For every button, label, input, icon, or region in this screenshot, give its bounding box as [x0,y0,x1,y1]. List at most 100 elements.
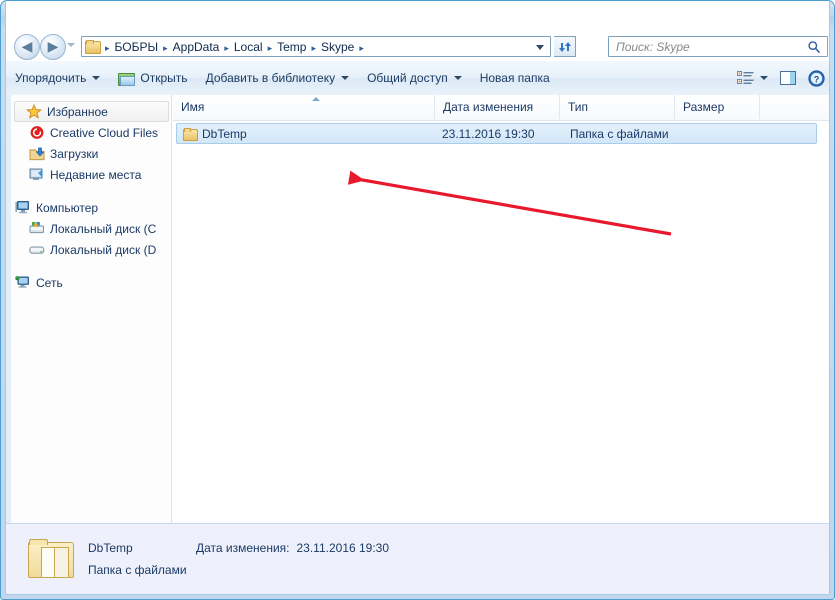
refresh-button[interactable] [554,36,576,57]
row-name-cell: DbTemp [183,124,247,143]
chevron-down-icon [453,76,462,80]
navigation-pane[interactable]: Избранное Creative Cloud Files Загрузки Нед… [6,95,172,525]
breadcrumb-separator: ▸ [163,43,168,54]
add-to-library-button[interactable]: Добавить в библиотеку [197,66,359,90]
search-input[interactable]: Поиск: Skype [608,36,828,57]
folder-icon [183,127,198,141]
open-folder-icon [118,71,136,86]
sidebar-separator [6,185,171,197]
address-bar[interactable]: ▸ БОБРЫ ▸ AppData ▸ Local ▸ Temp ▸ Skype ▸ [81,36,551,57]
breadcrumb-separator: ▸ [267,43,273,54]
view-list-icon [737,71,754,84]
system-drive-icon-wrap [28,221,45,236]
file-list-pane[interactable]: Имя Дата изменения Тип Размер DbTemp 23.11.2… [173,95,829,525]
column-header-label: Имя [181,100,205,114]
forward-arrow-icon: ▶ [47,39,59,55]
sidebar-item-2-1[interactable]: Локальный диск (C [6,218,171,239]
sidebar-item-label: Загрузки [50,146,99,161]
details-pane: DbTemp Дата изменения: 23.11.2016 19:30 … [6,523,829,594]
breadcrumb: ▸ БОБРЫ ▸ AppData ▸ Local ▸ Temp ▸ Skype ▸ [102,40,367,54]
chevron-down-icon [92,76,101,80]
preview-pane-icon [780,71,796,85]
folder-icon [85,40,101,54]
breadcrumb-item[interactable]: AppData [171,40,222,54]
downloads-icon [29,147,44,161]
downloads-icon-wrap [28,146,45,161]
organize-label: Упорядочить [15,71,87,85]
preview-pane-button[interactable] [774,65,802,91]
column-header-1[interactable]: Имя [173,95,435,119]
sidebar-group-2[interactable]: Компьютер [6,197,171,218]
drive-icon-wrap [28,242,45,257]
breadcrumb-item[interactable]: БОБРЫ [113,40,161,54]
share-button[interactable]: Общий доступ [358,66,471,90]
open-label: Открыть [140,71,188,85]
sidebar-item-label: Недавние места [50,167,142,182]
breadcrumb-separator: ▸ [105,43,110,54]
sidebar-group-label: Сеть [36,275,63,290]
sidebar-group-label: Избранное [47,104,108,119]
chevron-down-icon [341,76,350,80]
forward-button[interactable]: ▶ [40,34,66,60]
refresh-icon [558,41,571,52]
navigation-tree: Избранное Creative Cloud Files Загрузки Нед… [6,101,171,293]
details-date-value: 23.11.2016 19:30 [296,541,390,555]
open-button[interactable]: Открыть [109,66,196,90]
sidebar-item-1-3[interactable]: Недавние места [6,164,171,185]
computer-icon [14,201,29,214]
column-header-2[interactable]: Дата изменения [435,95,560,119]
details-text-group: DbTemp Дата изменения: 23.11.2016 19:30 … [88,541,389,577]
column-header-label: Размер [683,100,725,114]
computer-icon-wrap [14,200,31,215]
main-area: Избранное Creative Cloud Files Загрузки Нед… [6,95,829,525]
share-label: Общий доступ [367,71,448,85]
details-name: DbTemp [88,541,133,555]
star-icon [25,104,42,119]
add-to-library-label: Добавить в библиотеку [205,71,336,85]
sidebar-item-label: Creative Cloud Files [50,125,159,140]
column-header-3[interactable]: Тип [560,95,675,119]
sidebar-item-1-1[interactable]: Creative Cloud Files [6,122,171,143]
row-type-cell: Папка с файлами [570,126,669,141]
window-inner: ◀ ▶ ▸ БОБРЫ ▸ AppData ▸ Local ▸ Temp ▸ Skype ▸ Пои… [5,1,830,595]
breadcrumb-item[interactable]: Temp [275,40,308,54]
network-icon [14,276,29,288]
details-date-label: Дата изменения: [196,541,290,555]
sidebar-edge [6,95,11,525]
breadcrumb-item[interactable]: Local [232,40,265,54]
column-headers: Имя Дата изменения Тип Размер [173,95,829,121]
help-button[interactable]: ? [802,65,829,91]
sidebar-group-1[interactable]: Избранное [14,101,169,122]
new-folder-button[interactable]: Новая папка [471,66,559,90]
sidebar-item-1-2[interactable]: Загрузки [6,143,171,164]
folder-icon-large [28,539,74,579]
column-header-4[interactable]: Размер [675,95,760,119]
search-placeholder-text: Поиск: Skype [616,39,690,54]
breadcrumb-separator: ▸ [311,43,316,54]
explorer-window: ✕ ◀ ▶ ▸БОБРЫ▸AppData▸Local▸Temp▸Skype▸ [0,0,835,600]
navigation-row: ◀ ▶ ▸ БОБРЫ ▸ AppData ▸ Local ▸ Temp ▸ Skype ▸ Пои… [6,31,829,61]
sidebar-item-2-2[interactable]: Локальный диск (D [6,239,171,260]
drive-icon [28,246,44,254]
back-arrow-icon: ◀ [21,39,33,55]
breadcrumb-item[interactable]: Skype [319,40,356,54]
column-header-spacer [760,95,829,119]
row-name-label: DbTemp [202,126,247,141]
recent-pages-dropdown-icon[interactable] [67,43,75,47]
table-row[interactable]: DbTemp 23.11.2016 19:30 Папка с файлами [176,123,817,144]
help-icon: ? [808,69,825,87]
file-list: DbTemp 23.11.2016 19:30 Папка с файлами [173,121,829,144]
sidebar-item-label: Локальный диск (C [50,221,157,236]
organize-button[interactable]: Упорядочить [6,66,109,90]
chevron-down-icon [760,76,768,80]
change-view-button[interactable] [731,65,774,91]
creative-cloud-icon [30,126,43,139]
breadcrumb-separator: ▸ [359,43,364,54]
breadcrumb-separator: ▸ [224,43,229,54]
creative-cloud-icon-wrap [28,125,45,140]
recent-places-icon [29,168,42,181]
sidebar-group-3[interactable]: Сеть [6,272,171,293]
chevron-down-icon[interactable] [536,45,544,50]
toolbar-right-group: ? [731,65,829,91]
back-button[interactable]: ◀ [14,34,40,60]
